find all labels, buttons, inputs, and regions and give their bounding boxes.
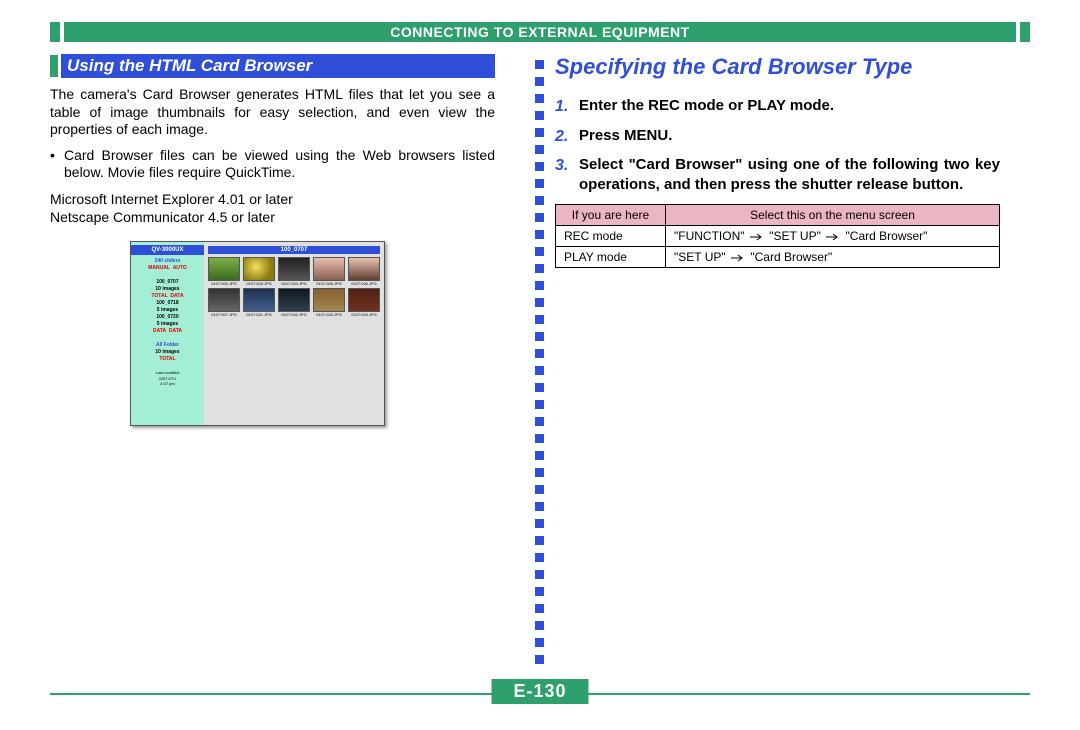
header-title: CONNECTING TO EXTERNAL EQUIPMENT bbox=[64, 22, 1016, 42]
header-ornament bbox=[50, 22, 60, 42]
thumbnail bbox=[313, 288, 345, 312]
page-number: E-130 bbox=[491, 679, 588, 704]
step-item: 3.Select "Card Browser" using one of the… bbox=[555, 155, 1000, 196]
table-header: If you are here bbox=[556, 204, 666, 225]
thumbnail bbox=[243, 257, 275, 281]
thumbnail bbox=[278, 288, 310, 312]
step-list: 1.Enter the REC mode or PLAY mode. 2.Pre… bbox=[555, 96, 1000, 196]
thumbnail bbox=[348, 288, 380, 312]
step-item: 1.Enter the REC mode or PLAY mode. bbox=[555, 96, 1000, 118]
browser-line: Microsoft Internet Explorer 4.01 or late… bbox=[50, 190, 495, 208]
thumbnail bbox=[208, 288, 240, 312]
table-cell: PLAY mode bbox=[556, 246, 666, 267]
screenshot-sidebar: QV-3000UX 240 sliders MANUAL AUTO 100_07… bbox=[131, 242, 204, 425]
left-column: Using the HTML Card Browser The camera's… bbox=[50, 54, 520, 674]
card-browser-screenshot: QV-3000UX 240 sliders MANUAL AUTO 100_07… bbox=[130, 241, 385, 426]
step-item: 2.Press MENU. bbox=[555, 126, 1000, 148]
right-column: Specifying the Card Browser Type 1.Enter… bbox=[520, 54, 1000, 674]
header-ornament bbox=[1020, 22, 1030, 42]
mode-table: If you are here Select this on the menu … bbox=[555, 204, 1000, 268]
thumbnail bbox=[278, 257, 310, 281]
left-heading-bar: Using the HTML Card Browser bbox=[50, 54, 495, 78]
screenshot-thumbnails: 100_0707 0107:002.JPG 0107:003.JPG 0107:… bbox=[204, 242, 384, 425]
bullet-text: Card Browser files can be viewed using t… bbox=[64, 147, 495, 182]
table-cell: "FUNCTION" "SET UP" "Card Browser" bbox=[666, 225, 1000, 246]
browser-line: Netscape Communicator 4.5 or later bbox=[50, 208, 495, 226]
bullet-dot: • bbox=[50, 147, 64, 182]
left-heading: Using the HTML Card Browser bbox=[61, 54, 495, 78]
thumbnail bbox=[243, 288, 275, 312]
arrow-icon bbox=[826, 233, 840, 241]
column-divider bbox=[535, 54, 547, 674]
browser-requirements: Microsoft Internet Explorer 4.01 or late… bbox=[50, 190, 495, 226]
thumbnail bbox=[208, 257, 240, 281]
thumbnail bbox=[313, 257, 345, 281]
arrow-icon bbox=[731, 254, 745, 262]
header-bar: CONNECTING TO EXTERNAL EQUIPMENT bbox=[50, 22, 1030, 42]
table-header: Select this on the menu screen bbox=[666, 204, 1000, 225]
intro-paragraph: The camera's Card Browser generates HTML… bbox=[50, 86, 495, 139]
table-cell: "SET UP" "Card Browser" bbox=[666, 246, 1000, 267]
arrow-icon bbox=[750, 233, 764, 241]
right-heading: Specifying the Card Browser Type bbox=[555, 54, 1000, 80]
bullet-item: • Card Browser files can be viewed using… bbox=[50, 147, 495, 182]
thumbnail bbox=[348, 257, 380, 281]
table-cell: REC mode bbox=[556, 225, 666, 246]
